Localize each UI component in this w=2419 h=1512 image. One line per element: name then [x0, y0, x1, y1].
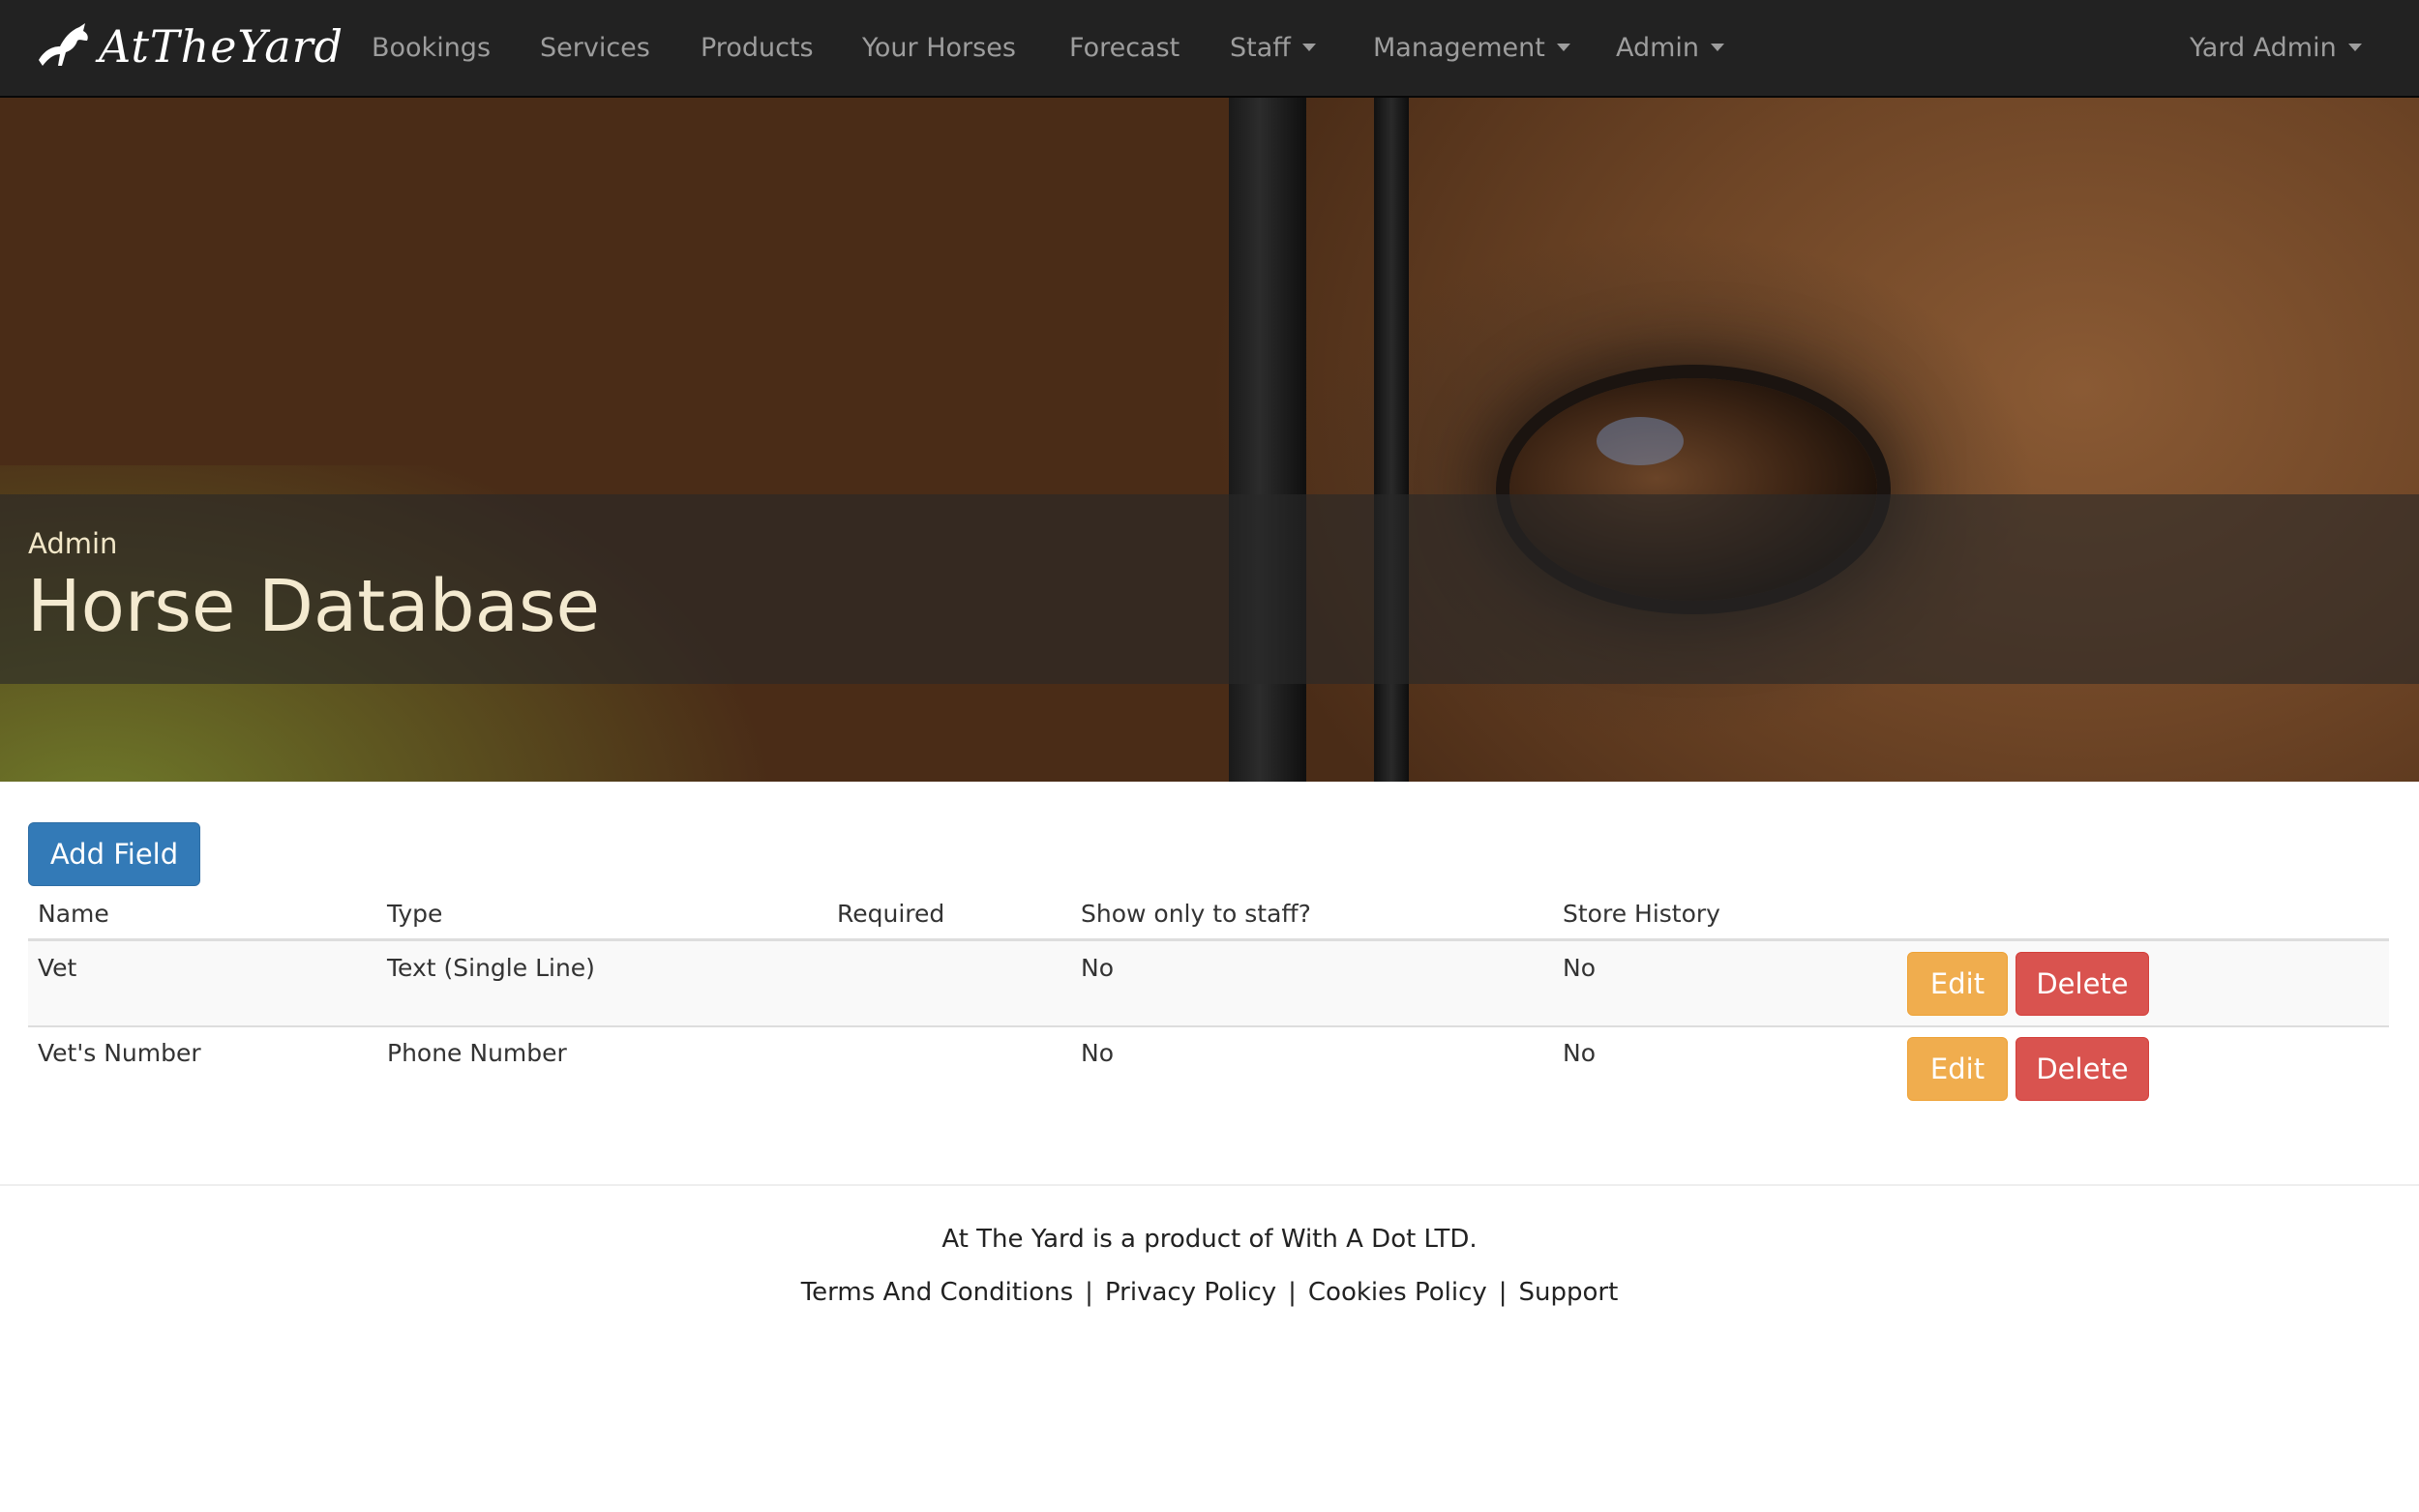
brand-logo[interactable]: AtTheYard [35, 17, 343, 75]
nav-staff-dropdown[interactable]: Staff [1230, 29, 1316, 68]
terms-link[interactable]: Terms And Conditions [801, 1278, 1073, 1307]
nav-staff-label: Staff [1230, 33, 1291, 63]
top-navbar: AtTheYard Bookings Services Products You… [0, 0, 2419, 98]
page-section-label: Admin [28, 527, 118, 560]
caret-down-icon [1301, 43, 1316, 51]
nav-forecast-label: Forecast [1069, 33, 1180, 63]
add-field-button[interactable]: Add Field [28, 822, 200, 886]
caret-down-icon [2347, 43, 2362, 51]
edit-button[interactable]: Edit [1907, 952, 2008, 1016]
column-header-name: Name [38, 900, 109, 928]
footer-credit: At The Yard is a product of With A Dot L… [941, 1225, 1478, 1254]
cell-type: Text (Single Line) [387, 954, 595, 982]
privacy-policy-link[interactable]: Privacy Policy [1105, 1278, 1276, 1307]
cell-name: Vet [38, 954, 77, 982]
cell-store-history: No [1563, 1039, 1596, 1067]
link-separator: | [1288, 1278, 1297, 1307]
link-separator: | [1498, 1278, 1508, 1307]
footer-links: Terms And Conditions | Privacy Policy | Cook… [0, 1278, 2419, 1307]
support-link[interactable]: Support [1519, 1278, 1619, 1307]
cell-staff-only: No [1081, 1039, 1114, 1067]
nav-services[interactable]: Services [540, 29, 650, 68]
nav-bookings[interactable]: Bookings [372, 29, 491, 68]
nav-forecast[interactable]: Forecast [1069, 29, 1180, 68]
nav-your-horses[interactable]: Your Horses [862, 29, 1016, 68]
table-row-divider [28, 1025, 2389, 1027]
column-header-type: Type [387, 900, 443, 928]
nav-management-dropdown[interactable]: Management [1373, 29, 1570, 68]
footer-divider [0, 1184, 2419, 1186]
page-title: Horse Database [27, 565, 601, 648]
user-menu-label: Yard Admin [2190, 33, 2337, 63]
caret-down-icon [1556, 43, 1570, 51]
cookies-policy-link[interactable]: Cookies Policy [1308, 1278, 1487, 1307]
cell-staff-only: No [1081, 954, 1114, 982]
eye-reflection-image [1597, 417, 1684, 465]
nav-admin-label: Admin [1616, 33, 1700, 63]
edit-button[interactable]: Edit [1907, 1037, 2008, 1101]
cell-name: Vet's Number [38, 1039, 201, 1067]
cell-store-history: No [1563, 954, 1596, 982]
caret-down-icon [1711, 43, 1725, 51]
column-header-required: Required [837, 900, 945, 928]
nav-products[interactable]: Products [701, 29, 814, 68]
link-separator: | [1085, 1278, 1093, 1307]
nav-products-label: Products [701, 33, 814, 63]
horse-logo-icon [39, 23, 88, 66]
delete-button[interactable]: Delete [2016, 952, 2149, 1016]
brand-name: AtTheYard [99, 20, 344, 73]
column-header-store-history: Store History [1563, 900, 1720, 928]
nav-management-label: Management [1373, 33, 1545, 63]
nav-bookings-label: Bookings [372, 33, 492, 63]
user-menu-dropdown[interactable]: Yard Admin [2190, 29, 2362, 68]
nav-services-label: Services [540, 33, 650, 63]
delete-button[interactable]: Delete [2016, 1037, 2149, 1101]
nav-your-horses-label: Your Horses [862, 33, 1016, 63]
cell-type: Phone Number [387, 1039, 567, 1067]
nav-admin-dropdown[interactable]: Admin [1616, 29, 1725, 68]
column-header-staff-only: Show only to staff? [1081, 900, 1311, 928]
